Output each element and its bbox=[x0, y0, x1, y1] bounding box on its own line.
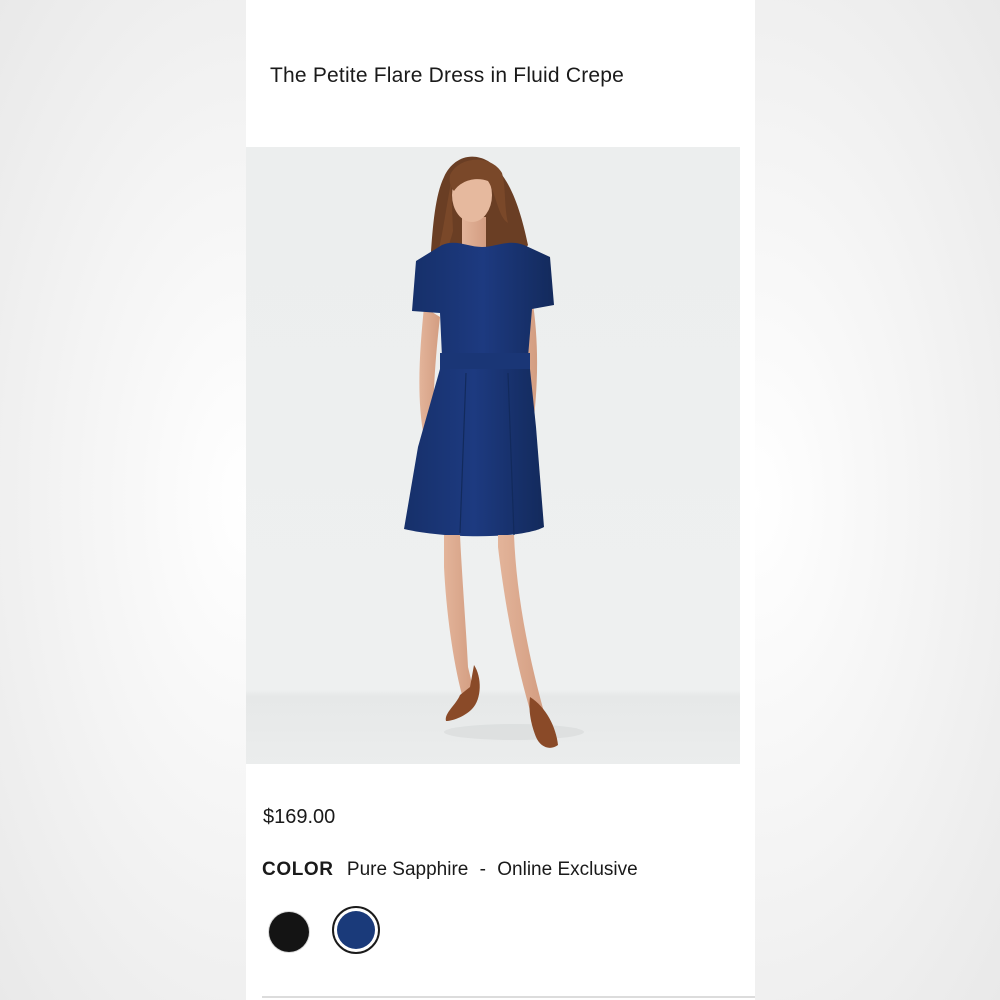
divider bbox=[262, 996, 755, 998]
right-background bbox=[755, 0, 1000, 1000]
product-panel: The Petite Flare Dress in Fluid Crepe $1… bbox=[246, 0, 755, 1000]
availability-note: Online Exclusive bbox=[497, 859, 638, 880]
swatch-pure-sapphire-fill bbox=[337, 911, 375, 949]
model-illustration bbox=[246, 147, 740, 764]
color-separator: - bbox=[479, 859, 486, 880]
swatch-pure-sapphire[interactable] bbox=[332, 906, 380, 954]
product-image[interactable] bbox=[246, 147, 740, 764]
product-price: $169.00 bbox=[263, 806, 336, 828]
left-background bbox=[0, 0, 246, 1000]
color-label: COLOR bbox=[262, 859, 334, 880]
selected-color-name: Pure Sapphire bbox=[346, 859, 469, 880]
color-selection-row: COLOR Pure Sapphire - Online Exclusive bbox=[262, 859, 638, 881]
product-title: The Petite Flare Dress in Fluid Crepe bbox=[270, 64, 625, 87]
swatch-black[interactable] bbox=[269, 912, 309, 952]
